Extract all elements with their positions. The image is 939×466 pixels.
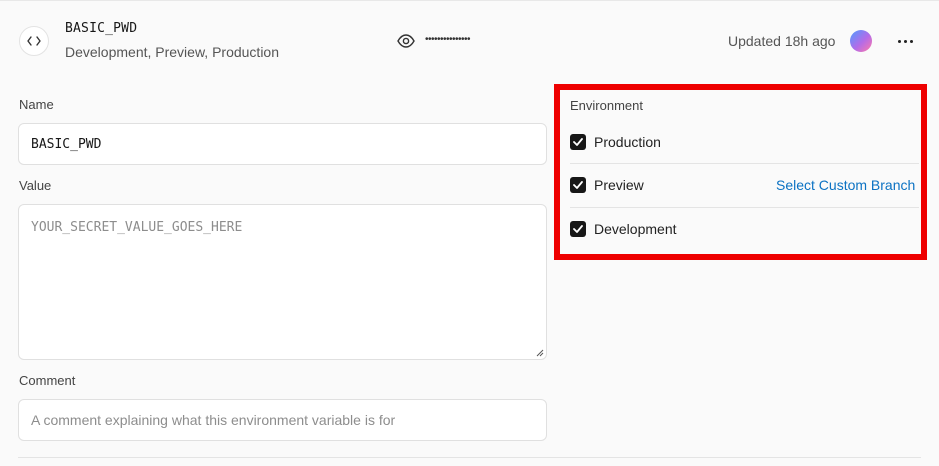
select-custom-branch-link[interactable]: Select Custom Branch bbox=[776, 177, 919, 193]
expand-code-button[interactable] bbox=[19, 26, 49, 56]
name-input[interactable]: BASIC_PWD bbox=[18, 123, 547, 165]
name-label: Name bbox=[19, 97, 54, 112]
env-option-label: Development bbox=[594, 221, 677, 237]
bottom-divider bbox=[18, 457, 921, 458]
eye-icon bbox=[397, 34, 415, 48]
env-divider bbox=[570, 163, 919, 164]
value-placeholder: YOUR_SECRET_VALUE_GOES_HERE bbox=[31, 220, 243, 235]
variable-name: BASIC_PWD bbox=[65, 21, 138, 36]
environment-title: Environment bbox=[570, 98, 643, 113]
value-textarea[interactable]: YOUR_SECRET_VALUE_GOES_HERE bbox=[18, 204, 547, 360]
check-icon bbox=[573, 138, 583, 146]
check-icon bbox=[573, 181, 583, 189]
top-divider bbox=[0, 0, 939, 1]
env-divider bbox=[570, 207, 919, 208]
avatar[interactable] bbox=[850, 30, 872, 52]
updated-timestamp: Updated 18h ago bbox=[728, 33, 836, 49]
env-option-label: Preview bbox=[594, 177, 644, 193]
preview-checkbox[interactable] bbox=[570, 177, 586, 193]
comment-label: Comment bbox=[19, 373, 76, 388]
environments-summary: Development, Preview, Production bbox=[65, 44, 279, 60]
more-menu-button[interactable] bbox=[893, 33, 917, 49]
reveal-value-button[interactable] bbox=[397, 33, 415, 49]
env-option-label: Production bbox=[594, 134, 661, 150]
more-horizontal-icon bbox=[896, 39, 914, 43]
comment-input[interactable]: A comment explaining what this environme… bbox=[18, 399, 547, 441]
value-label: Value bbox=[19, 178, 52, 193]
masked-value: ••••••••••••••• bbox=[425, 34, 471, 45]
env-option-development[interactable]: Development bbox=[570, 219, 919, 239]
env-option-production[interactable]: Production bbox=[570, 132, 919, 152]
resize-handle-icon[interactable] bbox=[536, 349, 544, 357]
production-checkbox[interactable] bbox=[570, 134, 586, 150]
development-checkbox[interactable] bbox=[570, 221, 586, 237]
code-brackets-icon bbox=[27, 36, 41, 46]
check-icon bbox=[573, 225, 583, 233]
